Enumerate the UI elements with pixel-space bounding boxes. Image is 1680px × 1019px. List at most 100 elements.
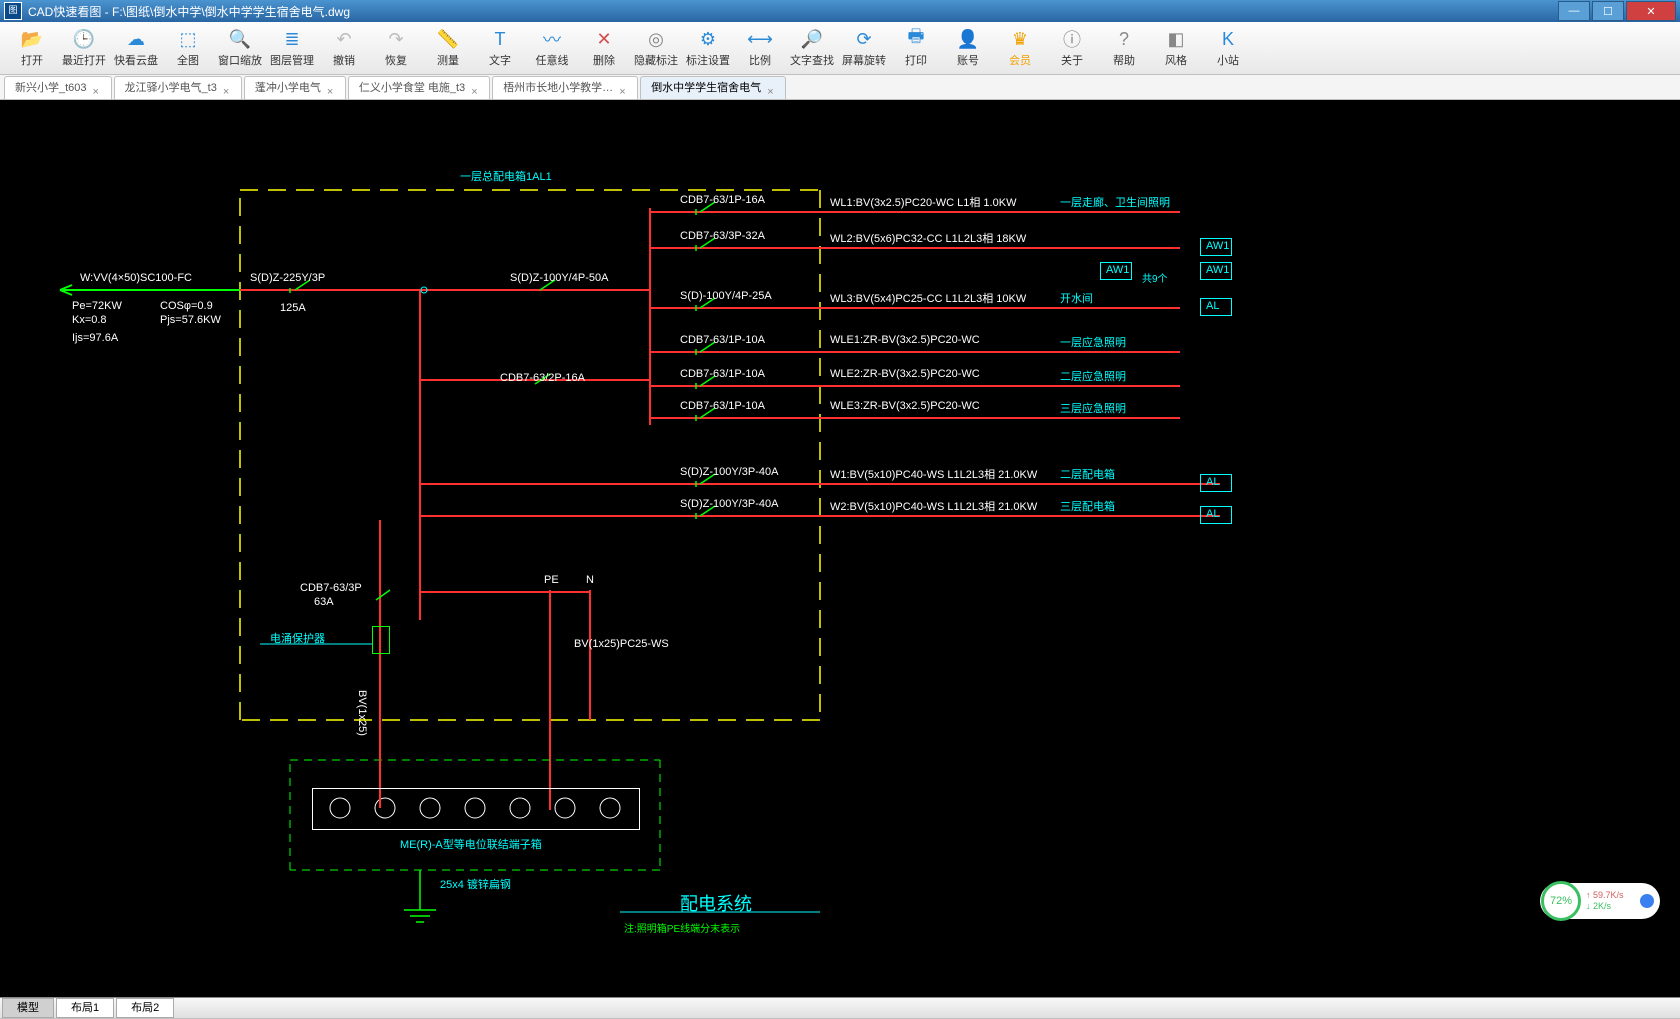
speed-widget[interactable]: 72% ↑ 59.7K/s ↓ 2K/s <box>1540 883 1660 919</box>
redo-icon: ↷ <box>385 28 407 50</box>
toolbar-cloud-button[interactable]: ☁快看云盘 <box>110 24 162 72</box>
toolbar-redo-button[interactable]: ↷ 恢复 <box>370 24 422 72</box>
toolbar-label: 窗口缩放 <box>218 52 262 68</box>
main-toolbar: 📂打开🕒最近打开☁快看云盘⬚全图🔍窗口缩放≣图层管理↶撤销 ↷ 恢复 📏测量 T 文字〰任… <box>0 22 1680 75</box>
close-button[interactable]: ✕ <box>1626 1 1676 21</box>
doc-tab[interactable]: 龙江驿小学电气_t3 × <box>114 76 242 99</box>
layout-tab[interactable]: 模型 <box>2 998 54 1018</box>
drawing-text: 63A <box>314 596 334 608</box>
toolbar-about-button[interactable]: ⓘ关于 <box>1046 24 1098 72</box>
toolbar-findtext-button[interactable]: 🔎文字查找 <box>786 24 838 72</box>
toolbar-delete-button[interactable]: ✕删除 <box>578 24 630 72</box>
tab-close-icon[interactable]: × <box>619 81 631 93</box>
toolbar-label: 账号 <box>957 52 979 68</box>
toolbar-label: 小站 <box>1217 52 1239 68</box>
drawing-text: WLE1:ZR-BV(3x2.5)PC20-WC <box>830 334 980 346</box>
toolbar-scale-button[interactable]: ⟷比例 <box>734 24 786 72</box>
toolbar-help-button[interactable]: ?帮助 <box>1098 24 1150 72</box>
style-icon: ◧ <box>1165 28 1187 50</box>
toolbar-hidemark-button[interactable]: ◎隐藏标注 <box>630 24 682 72</box>
help-icon: ? <box>1113 28 1135 50</box>
drawing-text: WL2:BV(5x6)PC32-CC L1L2L3相 18KW <box>830 230 1026 246</box>
layers-icon: ≣ <box>281 28 303 50</box>
drawing-text: CDB7-63/1P-10A <box>680 368 765 380</box>
tab-close-icon[interactable]: × <box>93 81 105 93</box>
drawing-text: COSφ=0.9 <box>160 300 213 312</box>
tab-close-icon[interactable]: × <box>327 81 339 93</box>
toolbar-label: 任意线 <box>536 52 569 68</box>
toolbar-vip-button[interactable]: ♛会员 <box>994 24 1046 72</box>
tab-close-icon[interactable]: × <box>471 81 483 93</box>
maximize-button[interactable]: ☐ <box>1592 1 1624 21</box>
document-tabs: 新兴小学_t603×龙江驿小学电气_t3×蓬冲小学电气×仁义小学食堂 电施_t3… <box>0 75 1680 100</box>
drawing-text: WLE3:ZR-BV(3x2.5)PC20-WC <box>830 400 980 412</box>
doc-tab[interactable]: 蓬冲小学电气× <box>244 76 346 99</box>
drawing-text: S(D)Z-100Y/3P-40A <box>680 498 778 510</box>
drawing-text: 电涌保护器 <box>270 630 325 646</box>
toolbar-label: 删除 <box>593 52 615 68</box>
drawing-text: 一层走廊、卫生间照明 <box>1060 194 1170 210</box>
mini-icon: K <box>1217 28 1239 50</box>
toolbar-zoomwin-button[interactable]: 🔍窗口缩放 <box>214 24 266 72</box>
drawing-text: WL3:BV(5x4)PC25-CC L1L2L3相 10KW <box>830 290 1026 306</box>
toolbar-text-button[interactable]: T 文字 <box>474 24 526 72</box>
cloud-icon: ☁ <box>125 28 147 50</box>
toolbar-print-button[interactable]: 🖶 打印 <box>890 24 942 72</box>
toolbar-open-button[interactable]: 📂打开 <box>6 24 58 72</box>
findtext-icon: 🔎 <box>801 28 823 50</box>
drawing-canvas[interactable]: 一层总配电箱1AL1W:VV(4×50)SC100-FCPe=72KWKx=0.… <box>0 100 1680 997</box>
undo-icon: ↶ <box>333 28 355 50</box>
drawing-text: 二层应急照明 <box>1060 368 1126 384</box>
drawing-text: 注:照明箱PE线端分末表示 <box>624 920 740 935</box>
tab-label: 龙江驿小学电气_t3 <box>125 82 217 94</box>
doc-tab[interactable]: 新兴小学_t603× <box>4 76 112 99</box>
doc-tab[interactable]: 倒水中学学生宿舍电气 × <box>640 76 786 99</box>
tab-label: 倒水中学学生宿舍电气 <box>651 82 761 94</box>
drawing-text: S(D)Z-100Y/3P-40A <box>680 466 778 478</box>
minimize-button[interactable]: — <box>1558 1 1590 21</box>
tab-close-icon[interactable]: × <box>767 81 779 93</box>
toolbar-label: 文字 <box>489 52 511 68</box>
toolbar-layers-button[interactable]: ≣图层管理 <box>266 24 318 72</box>
toolbar-recent-button[interactable]: 🕒最近打开 <box>58 24 110 72</box>
toolbar-undo-button[interactable]: ↶撤销 <box>318 24 370 72</box>
drawing-text: N <box>586 574 594 586</box>
toolbar-markset-button[interactable]: ⚙ 标注设置 <box>682 24 734 72</box>
drawing-text: AW1 <box>1206 264 1229 276</box>
text-icon: T <box>489 28 511 50</box>
toolbar-mini-button[interactable]: K 小站 <box>1202 24 1254 72</box>
drawing-text: S(D)Z-100Y/4P-50A <box>510 272 608 284</box>
markset-icon: ⚙ <box>697 28 719 50</box>
drawing-text: AL <box>1206 300 1219 312</box>
print-icon: 🖶 <box>905 28 927 50</box>
drawing-text: W1:BV(5x10)PC40-WS L1L2L3相 21.0KW <box>830 466 1037 482</box>
drawing-text: 一层总配电箱1AL1 <box>460 168 552 184</box>
toolbar-label: 标注设置 <box>686 52 730 68</box>
hidemark-icon: ◎ <box>645 28 667 50</box>
drawing-text: CDB7-63/1P-10A <box>680 400 765 412</box>
layout-tab[interactable]: 布局1 <box>56 998 114 1018</box>
toolbar-account-button[interactable]: 👤账号 <box>942 24 994 72</box>
vip-icon: ♛ <box>1009 28 1031 50</box>
drawing-text: 125A <box>280 302 306 314</box>
drawing-text: CDB7-63/1P-10A <box>680 334 765 346</box>
toolbar-full-button[interactable]: ⬚全图 <box>162 24 214 72</box>
doc-tab[interactable]: 仁义小学食堂 电施_t3 × <box>348 76 490 99</box>
drawing-text: Pe=72KW <box>72 300 122 312</box>
drawing-box <box>312 788 640 830</box>
toolbar-freeline-button[interactable]: 〰任意线 <box>526 24 578 72</box>
scale-icon: ⟷ <box>749 28 771 50</box>
layout-tab[interactable]: 布局2 <box>116 998 174 1018</box>
window-title: CAD快速看图 - F:\图纸\倒水中学\倒水中学学生宿舍电气.dwg <box>28 3 350 20</box>
tab-label: 仁义小学食堂 电施_t3 <box>359 82 465 94</box>
tab-close-icon[interactable]: × <box>223 81 235 93</box>
drawing-text: 三层应急照明 <box>1060 400 1126 416</box>
drawing-text: AW1 <box>1106 264 1129 276</box>
drawing-text: ME(R)-A型等电位联结端子箱 <box>400 836 542 852</box>
toolbar-style-button[interactable]: ◧风格 <box>1150 24 1202 72</box>
toolbar-label: 打印 <box>905 52 927 68</box>
toolbar-rotate-button[interactable]: ⟳屏幕旋转 <box>838 24 890 72</box>
toolbar-measure-button[interactable]: 📏测量 <box>422 24 474 72</box>
doc-tab[interactable]: 梧州市长地小学教学…× <box>492 76 638 99</box>
toolbar-label: 恢复 <box>385 52 407 68</box>
